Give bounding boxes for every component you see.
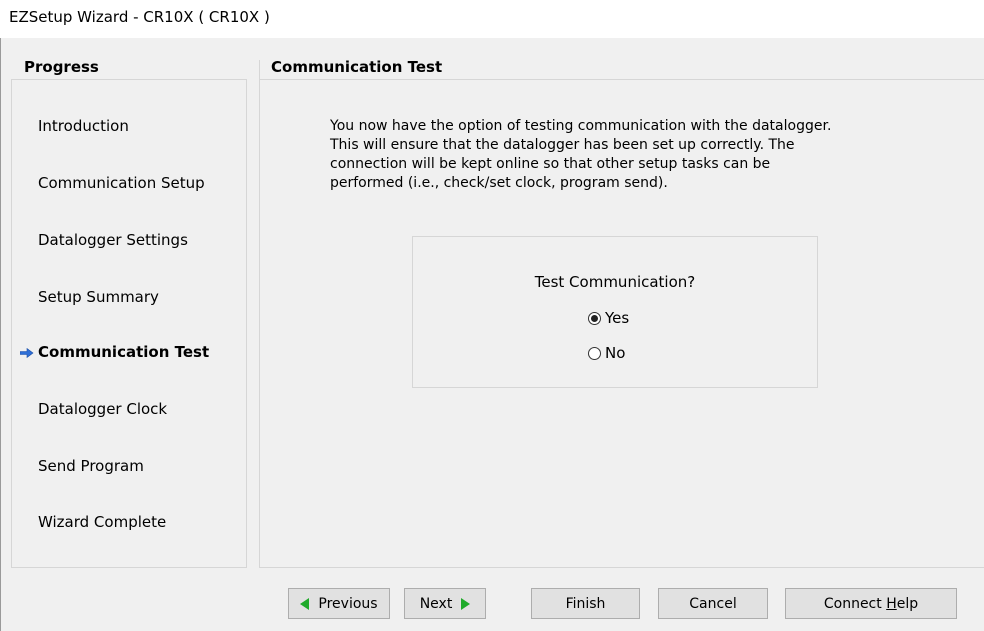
step-label: Send Program [38, 457, 144, 475]
radio-no-indicator[interactable] [588, 346, 601, 360]
sidebar-step-wizard-complete: Wizard Complete [38, 513, 166, 531]
radio-yes-indicator[interactable] [588, 311, 601, 325]
cancel-button-label: Cancel [689, 595, 737, 612]
previous-button-label: Previous [318, 595, 378, 612]
step-label: Communication Test [38, 343, 210, 361]
window-title: EZSetup Wizard - CR10X ( CR10X ) [9, 8, 270, 26]
step-label: Datalogger Clock [38, 400, 168, 418]
progress-panel [11, 60, 247, 568]
radio-no-label[interactable]: No [605, 344, 625, 362]
radio-yes[interactable]: Yes [588, 309, 629, 327]
sidebar-step-datalogger-settings: Datalogger Settings [38, 231, 188, 249]
sidebar-step-communication-test: Communication Test [20, 343, 209, 361]
title-bar: EZSetup Wizard - CR10X ( CR10X ) [0, 0, 984, 38]
test-communication-label: Test Communication? [534, 273, 696, 291]
sidebar-step-setup-summary: Setup Summary [38, 288, 159, 306]
right-arrow-icon [461, 597, 471, 610]
next-button-label: Next [419, 595, 453, 612]
sidebar-step-introduction: Introduction [38, 117, 129, 135]
connect-help-accelerator: H [886, 595, 897, 612]
connect-help-label-suffix: elp [896, 595, 919, 612]
connect-help-button[interactable]: Connect Help [785, 588, 957, 619]
step-label: Setup Summary [38, 288, 159, 306]
connect-help-label-prefix: Connect [823, 595, 887, 612]
radio-no[interactable]: No [588, 344, 625, 362]
sidebar-step-communication-setup: Communication Setup [38, 174, 205, 192]
window-border [0, 38, 1, 631]
step-label: Datalogger Settings [38, 231, 188, 249]
description-text: You now have the option of testing commu… [330, 118, 832, 191]
sidebar-step-datalogger-clock: Datalogger Clock [38, 400, 167, 418]
sidebar-step-send-program: Send Program [38, 457, 144, 475]
finish-button-label: Finish [565, 595, 606, 612]
content-header: Communication Test [259, 58, 984, 80]
step-label: Introduction [38, 117, 129, 135]
next-button[interactable]: Next [404, 588, 486, 619]
previous-button[interactable]: Previous [288, 588, 390, 619]
cancel-button[interactable]: Cancel [658, 588, 768, 619]
progress-header-label: Progress [24, 58, 99, 76]
right-arrow-icon [20, 347, 34, 358]
radio-yes-label[interactable]: Yes [605, 309, 629, 327]
left-arrow-icon [300, 597, 310, 610]
test-communication-group: Test Communication? Yes No [412, 236, 818, 388]
step-label: Communication Setup [38, 174, 205, 192]
page-title: Communication Test [271, 58, 443, 76]
finish-button[interactable]: Finish [531, 588, 640, 619]
step-label: Wizard Complete [38, 513, 167, 531]
progress-header: Progress [11, 58, 247, 80]
